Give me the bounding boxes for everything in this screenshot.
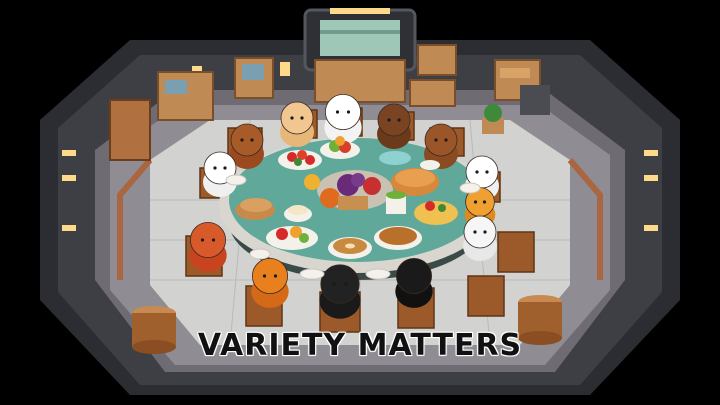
character-seat-10 [189, 221, 227, 272]
character-seat-11 [251, 257, 289, 308]
character-seat-4 [377, 103, 411, 149]
character-seat-13 [395, 257, 433, 308]
character-seat-12 [319, 264, 361, 319]
character-seat-2 [280, 101, 314, 147]
character-seat-9 [463, 215, 497, 261]
character-seat-6 [203, 151, 237, 197]
scene-caption: VARIETY MATTERS [197, 328, 523, 363]
plant-pot [482, 104, 504, 134]
character-seat-3 [324, 94, 362, 144]
game-scene: VARIETY MATTERS [0, 0, 720, 405]
